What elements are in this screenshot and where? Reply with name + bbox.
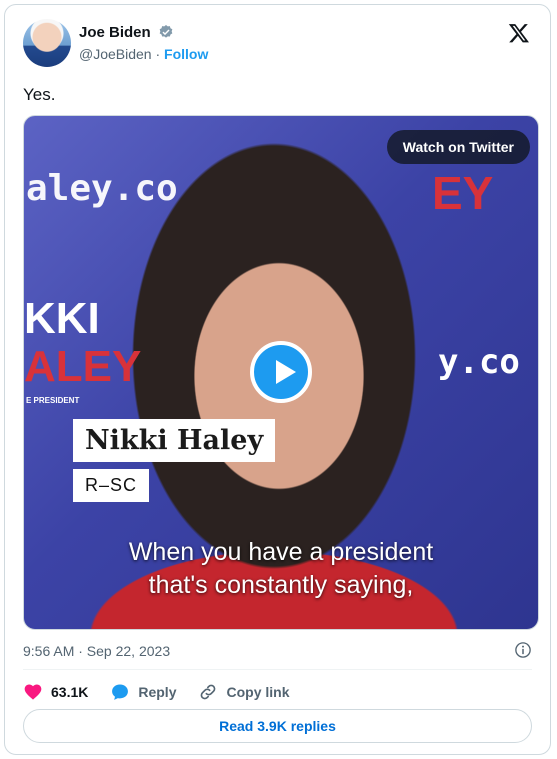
read-replies-button[interactable]: Read 3.9K replies — [23, 709, 532, 743]
background-president: E PRESIDENT — [26, 396, 80, 405]
lower-third-name: Nikki Haley — [73, 419, 276, 462]
reply-label: Reply — [138, 684, 177, 700]
lower-third-title: R–SC — [73, 469, 150, 502]
reply-bubble-icon — [112, 684, 129, 700]
like-count: 63.1K — [51, 684, 89, 700]
play-icon[interactable] — [250, 341, 312, 403]
tweet-embed-card: Joe Biden @JoeBiden · Follow Yes. aley.c… — [4, 4, 551, 755]
caption-line: When you have a president — [128, 538, 434, 566]
background-nikki: KKI — [24, 294, 100, 343]
video-caption: When you have a president that's constan… — [24, 536, 538, 602]
handle-row: @JoeBiden · Follow — [79, 46, 208, 62]
tweet-timestamp[interactable]: 9:56 AM · Sep 22, 2023 — [23, 643, 170, 659]
background-haley-right: EY — [432, 167, 494, 219]
verified-badge-icon — [159, 25, 173, 38]
like-button[interactable]: 63.1K — [23, 682, 88, 702]
tweet-text: Yes. — [23, 85, 56, 104]
x-logo-icon[interactable] — [508, 22, 530, 44]
background-haley-left: ALEY — [24, 342, 142, 391]
reply-button[interactable]: Reply — [110, 682, 176, 702]
caption-line: that's constantly saying, — [148, 571, 414, 599]
copy-link-label: Copy link — [226, 684, 290, 700]
action-bar: 63.1K Reply Copy link — [23, 680, 290, 704]
video-player[interactable]: aley.co EY KKI ALEY E PRESIDENT y.co Wat… — [23, 115, 539, 630]
separator-dot: · — [155, 46, 165, 62]
author-handle[interactable]: @JoeBiden — [79, 46, 152, 62]
background-url-left: aley.co — [26, 168, 178, 209]
avatar[interactable] — [23, 19, 71, 67]
heart-icon — [24, 684, 42, 700]
copy-link-button[interactable]: Copy link — [198, 682, 290, 702]
watch-on-twitter-button[interactable]: Watch on Twitter — [386, 130, 530, 164]
divider — [23, 669, 532, 670]
follow-button[interactable]: Follow — [164, 46, 208, 62]
background-url-right: y.co — [438, 342, 520, 382]
info-icon[interactable] — [514, 641, 532, 659]
author-name[interactable]: Joe Biden — [79, 24, 151, 41]
link-icon — [201, 684, 216, 700]
